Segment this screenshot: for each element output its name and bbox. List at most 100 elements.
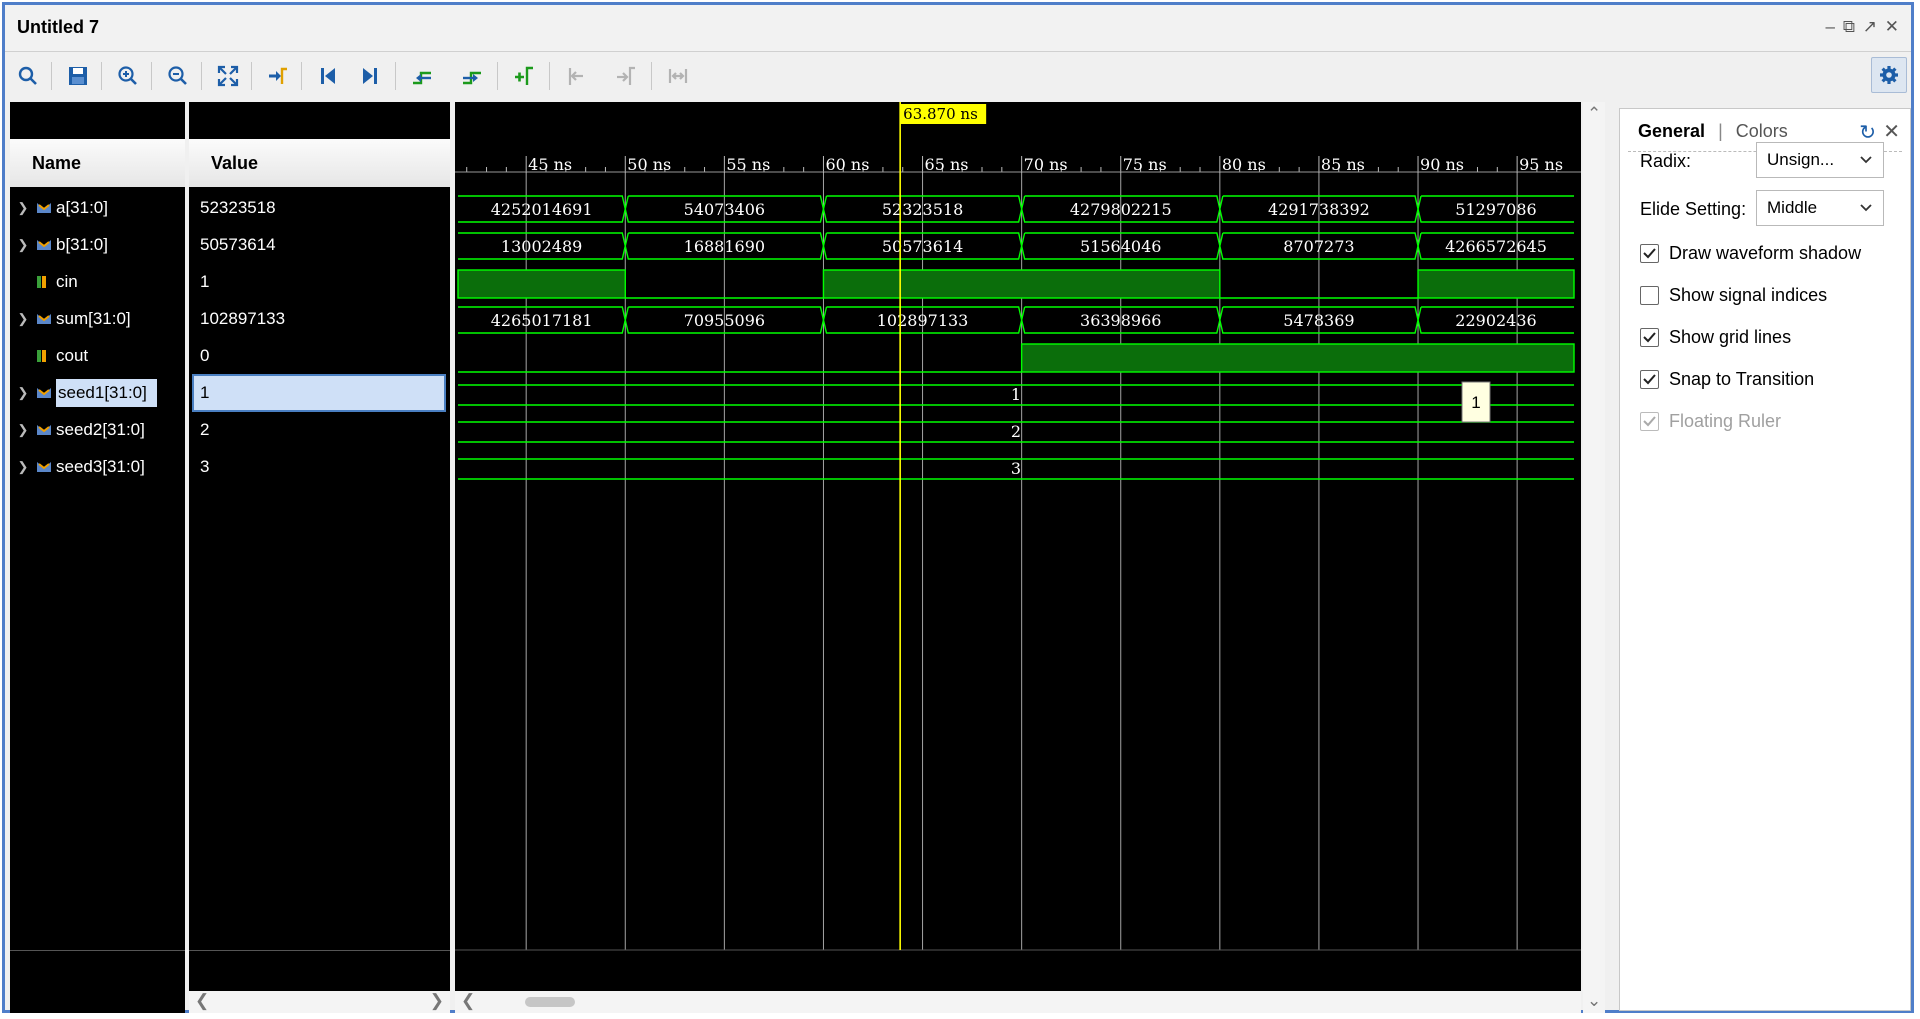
seed3-bus-value: 3	[1011, 459, 1021, 478]
value-tooltip-text: 1	[1471, 393, 1480, 412]
minimize-icon[interactable]: –	[1826, 17, 1835, 37]
signal-row[interactable]: ❯ sum[31:0]	[10, 302, 185, 336]
signal-row[interactable]: ❯ a[31:0]	[10, 191, 185, 225]
bit-signal-icon	[36, 348, 56, 364]
signal-value[interactable]: 1	[192, 374, 446, 412]
option-snap-to-transition[interactable]: Snap to Transition	[1640, 369, 1814, 390]
signal-row[interactable]: cout	[10, 339, 185, 373]
scroll-left-icon[interactable]: ❮	[195, 991, 209, 1011]
tab-separator: |	[1718, 121, 1723, 141]
option-show-grid-lines[interactable]: Show grid lines	[1640, 327, 1791, 348]
sum-bus-value: 22902436	[1455, 311, 1536, 330]
checkbox-checked-icon[interactable]	[1640, 244, 1659, 263]
checkbox-unchecked-icon[interactable]	[1640, 286, 1659, 305]
option-label: Show signal indices	[1669, 285, 1828, 305]
waveform-canvas[interactable]: 45 ns 50 ns 55 ns 60 ns 65 ns 70 ns 75 ns 80 ns…	[455, 102, 1581, 1013]
settings-gear-icon[interactable]	[1871, 57, 1907, 93]
cin-high-level	[457, 269, 626, 299]
ruler-tick-label: 50 ns	[627, 155, 671, 174]
option-floating-ruler: Floating Ruler	[1640, 411, 1781, 432]
signal-name: cout	[56, 346, 89, 365]
save-icon[interactable]	[63, 61, 93, 91]
tab-general[interactable]: General	[1638, 121, 1705, 141]
zoom-out-icon[interactable]	[163, 61, 193, 91]
checkbox-checked-icon[interactable]	[1640, 370, 1659, 389]
signal-value[interactable]: 0	[194, 339, 444, 373]
name-column-header[interactable]: Name	[10, 139, 185, 187]
chevron-right-icon[interactable]: ❯	[10, 385, 36, 401]
option-show-signal-indices[interactable]: Show signal indices	[1640, 285, 1827, 306]
next-transition-icon[interactable]	[457, 61, 487, 91]
previous-transition-icon[interactable]	[407, 61, 437, 91]
signal-value[interactable]: 2	[194, 413, 444, 447]
option-label: Floating Ruler	[1669, 411, 1782, 431]
ruler-tick-label: 95 ns	[1519, 155, 1563, 174]
chevron-right-icon[interactable]: ❯	[10, 237, 36, 253]
checkbox-checked-icon	[1640, 412, 1659, 431]
next-marker-icon	[611, 61, 641, 91]
a-bus-value: 4279802215	[1070, 200, 1172, 219]
zoom-fit-icon[interactable]	[213, 61, 243, 91]
signal-value[interactable]: 1	[194, 265, 444, 299]
go-to-start-icon[interactable]	[313, 61, 343, 91]
b-bus-value: 51564046	[1080, 237, 1161, 256]
scroll-thumb[interactable]	[525, 997, 575, 1007]
search-icon[interactable]	[13, 61, 43, 91]
bus-signal-icon	[36, 423, 56, 437]
signal-name: cin	[56, 272, 78, 291]
signal-value[interactable]: 50573614	[194, 228, 444, 262]
signal-row[interactable]: ❯ seed3[31:0]	[10, 450, 185, 484]
signal-row[interactable]: ❯ seed2[31:0]	[10, 413, 185, 447]
chevron-right-icon[interactable]: ❯	[10, 422, 36, 438]
scroll-right-icon[interactable]: ❯	[430, 991, 444, 1011]
checkbox-checked-icon[interactable]	[1640, 328, 1659, 347]
signal-row[interactable]: ❯ seed1[31:0]	[10, 376, 185, 410]
chevron-right-icon[interactable]: ❯	[10, 200, 36, 216]
bus-signal-icon	[36, 460, 56, 474]
scroll-up-icon[interactable]: ⌃	[1587, 104, 1601, 124]
waveform-vertical-scrollbar[interactable]: ⌃ ⌄	[1583, 102, 1605, 1013]
ruler-tick-label: 45 ns	[528, 155, 572, 174]
tab-colors[interactable]: Colors	[1736, 121, 1788, 141]
chevron-right-icon[interactable]: ❯	[10, 311, 36, 327]
a-bus-value: 4252014691	[491, 200, 593, 219]
add-marker-icon[interactable]	[509, 61, 539, 91]
b-bus-value: 16881690	[684, 237, 765, 256]
signal-row[interactable]: ❯ b[31:0]	[10, 228, 185, 262]
waveform-window: Untitled 7 – ⧉ ↗ ✕ Name ❯ a[31:0] ❯ b[31…	[2, 2, 1914, 1013]
sum-bus-value: 4265017181	[491, 311, 593, 330]
option-label: Snap to Transition	[1669, 369, 1815, 389]
signal-name: b[31:0]	[56, 235, 108, 254]
signal-row[interactable]: cin	[10, 265, 185, 299]
seed1-bus-value: 1	[1011, 385, 1021, 404]
signal-value-panel: Value 52323518 50573614 1 102897133 0 1 2 3	[189, 102, 450, 1013]
signal-value[interactable]: 52323518	[194, 191, 444, 225]
go-to-cursor-icon[interactable]	[263, 61, 293, 91]
zoom-in-icon[interactable]	[113, 61, 143, 91]
sum-bus-value: 36398966	[1080, 311, 1161, 330]
chevron-right-icon[interactable]: ❯	[10, 459, 36, 475]
radix-dropdown[interactable]: Unsign...	[1756, 142, 1884, 178]
window-title: Untitled 7	[17, 17, 100, 37]
waveform-horizontal-scrollbar[interactable]: ❮	[455, 991, 1581, 1013]
option-draw-waveform-shadow[interactable]: Draw waveform shadow	[1640, 243, 1861, 264]
signal-value[interactable]: 3	[194, 450, 444, 484]
signal-name: seed3[31:0]	[56, 457, 145, 476]
close-icon[interactable]: ✕	[1883, 119, 1900, 144]
cin-high-level	[1417, 269, 1575, 299]
value-column-header[interactable]: Value	[189, 139, 450, 187]
cout-high-level	[1020, 343, 1575, 373]
go-to-end-icon[interactable]	[355, 61, 385, 91]
ruler-tick-label: 70 ns	[1024, 155, 1068, 174]
signal-value[interactable]: 102897133	[194, 302, 444, 336]
maximize-icon[interactable]: ↗	[1863, 17, 1877, 37]
close-icon[interactable]: ✕	[1885, 17, 1899, 37]
restore-icon[interactable]: ⧉	[1843, 17, 1855, 37]
scroll-down-icon[interactable]: ⌄	[1587, 991, 1601, 1011]
ruler-tick-label: 90 ns	[1420, 155, 1464, 174]
elide-setting-dropdown[interactable]: Middle	[1756, 190, 1884, 226]
bit-signal-icon	[36, 274, 56, 290]
value-horizontal-scrollbar[interactable]: ❮ ❯	[189, 991, 450, 1013]
scroll-left-icon[interactable]: ❮	[461, 991, 475, 1011]
bus-signal-icon	[36, 386, 56, 400]
